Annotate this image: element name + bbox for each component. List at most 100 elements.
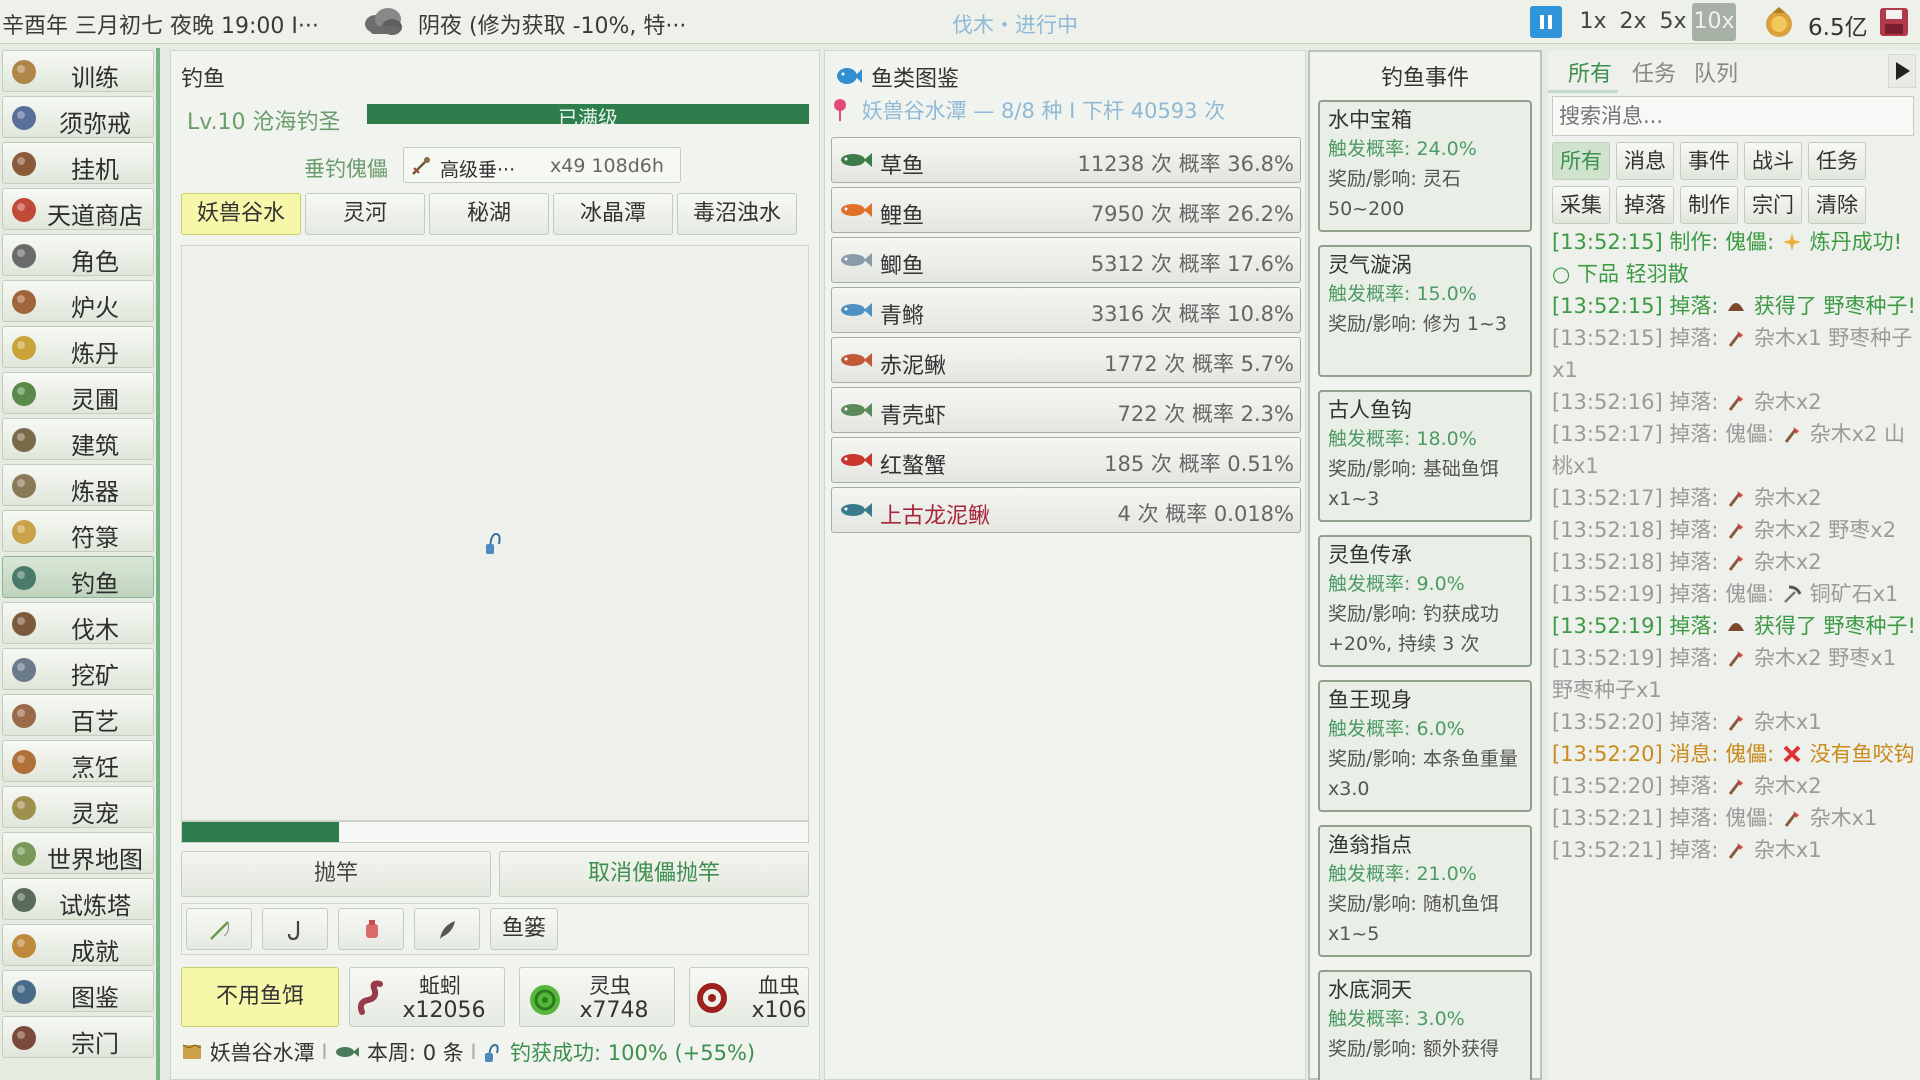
filter-crafting[interactable]: 制作 [1680,186,1738,224]
weather-status: 阴夜 (修为获取 -10%, 特··· [418,14,687,39]
sidebar-item-20[interactable]: 图鉴 [2,970,154,1012]
event-rate: 触发概率: 6.0% [1328,718,1465,740]
log-text: 杂木x2 [1747,390,1822,414]
sidebar-item-7[interactable]: 灵圃 [2,372,154,414]
lure-button[interactable] [338,908,404,950]
sidebar-item-21[interactable]: 宗门 [2,1016,154,1058]
fishing-level: Lv.10 沧海钓圣 [187,110,341,135]
cancel-puppet-cast-button[interactable]: 取消傀儡抛竿 [499,851,809,897]
sidebar-item-2[interactable]: 挂机 [2,142,154,184]
fish-row[interactable]: 红螯蟹 185 次 概率 0.51% [831,437,1301,483]
event-card: 渔翁指点 触发概率: 21.0% 奖励/影响: 随机鱼饵 x1~5 [1318,825,1532,957]
log-prefix: [13:52:20] 掉落: [1552,774,1726,798]
event-title: 灵鱼传承 [1328,543,1412,567]
sidebar-item-8[interactable]: 建筑 [2,418,154,460]
level-row: Lv.10 沧海钓圣 已满级 [181,99,809,137]
fish-row[interactable]: 鲤鱼 7950 次 概率 26.2% [831,187,1301,233]
bait-blood-worm-button[interactable]: 血虫 x106 [689,967,809,1027]
location-tab-linghe[interactable]: 灵河 [305,193,425,235]
filter-messages[interactable]: 消息 [1616,142,1674,180]
fish-row[interactable]: 草鱼 11238 次 概率 36.8% [831,137,1301,183]
event-rate: 触发概率: 3.0% [1328,1008,1465,1030]
sidebar-item-label: 挖矿 [71,662,119,690]
log-prefix: [13:52:18] 掉落: [1552,550,1726,574]
pause-button[interactable] [1530,6,1562,38]
cloud-icon [365,8,402,35]
feather-button[interactable] [414,908,480,950]
sidebar-item-16[interactable]: 灵宠 [2,786,154,828]
sidebar-item-1[interactable]: 须弥戒 [2,96,154,138]
event-rate: 触发概率: 9.0% [1328,573,1465,595]
filter-drops[interactable]: 掉落 [1616,186,1674,224]
sidebar-item-18[interactable]: 试炼塔 [2,878,154,920]
log-line: [13:52:18] 掉落: 杂木x2 野枣x2 [1552,514,1916,546]
location-tab-mihu[interactable]: 秘湖 [429,193,549,235]
sidebar-item-3[interactable]: 天道商店 [2,188,154,230]
filter-events[interactable]: 事件 [1680,142,1738,180]
clear-log-button[interactable]: 清除 [1808,186,1866,224]
fish-row[interactable]: 青壳虾 722 次 概率 2.3% [831,387,1301,433]
speed-1x-button[interactable]: 1x [1574,3,1612,41]
sidebar-item-9[interactable]: 炼器 [2,464,154,506]
rod-button[interactable] [186,908,252,950]
bobber-icon [486,532,501,554]
search-input[interactable] [1552,96,1914,136]
log-tab-queue[interactable]: 队列 [1694,56,1738,88]
speed-2x-button[interactable]: 2x [1614,3,1652,41]
wood-icon [1728,779,1744,795]
log-line: [13:52:21] 掉落: 杂木x1 [1552,834,1916,866]
filter-all[interactable]: 所有 [1552,142,1610,180]
log-tab-tasks[interactable]: 任务 [1632,56,1676,88]
no-bait-button[interactable]: 不用鱼饵 [181,967,339,1027]
fish-row[interactable]: 鲫鱼 5312 次 概率 17.6% [831,237,1301,283]
log-line: [13:52:20] 消息: 傀儡: 没有鱼咬钩 [1552,738,1916,770]
sidebar-item-19[interactable]: 成就 [2,924,154,966]
location-tab-yaoshougu[interactable]: 妖兽谷水 [181,193,301,235]
sidebar-item-13[interactable]: 挖矿 [2,648,154,690]
log-prefix: [13:52:20] 掉落: [1552,710,1726,734]
bait-spirit-bug-button[interactable]: 灵虫 x7748 [519,967,675,1027]
log-text: 杂木x2 野枣x2 [1747,518,1897,542]
sidebar-item-label: 图鉴 [71,984,119,1012]
trophy-icon [12,934,36,958]
pickaxe-icon [12,658,36,682]
fish-row[interactable]: 青鳉 3316 次 概率 10.8% [831,287,1301,333]
sidebar-item-15[interactable]: 烹饪 [2,740,154,782]
fish-row[interactable]: 上古龙泥鳅 4 次 概率 0.018% [831,487,1301,533]
cast-button[interactable]: 抛竿 [181,851,491,897]
log-line: [13:52:20] 掉落: 杂木x2 [1552,770,1916,802]
filter-combat[interactable]: 战斗 [1744,142,1802,180]
fish-row[interactable]: 赤泥鳅 1772 次 概率 5.7% [831,337,1301,383]
sidebar-item-17[interactable]: 世界地图 [2,832,154,874]
filter-tasks[interactable]: 任务 [1808,142,1866,180]
location-tab-duzhao[interactable]: 毒沼浊水 [677,193,797,235]
sidebar-item-14[interactable]: 百艺 [2,694,154,736]
speed-10x-button[interactable]: 10x [1692,3,1736,41]
log-tab-all[interactable]: 所有 [1568,56,1612,88]
fish-icon [841,353,872,367]
sidebar-item-4[interactable]: 角色 [2,234,154,276]
sidebar-item-label: 试炼塔 [59,892,131,920]
sidebar-item-label: 成就 [71,938,119,966]
save-icon[interactable] [1878,6,1910,38]
sidebar-item-10[interactable]: 符箓 [2,510,154,552]
puppet-select[interactable]: 高级垂··· x49 108d6h [403,147,681,183]
sidebar-item-12[interactable]: 伐木 [2,602,154,644]
fishing-pond[interactable] [181,245,809,821]
speed-5x-button[interactable]: 5x [1654,3,1692,41]
bait-worm-button[interactable]: 蚯蚓 x12056 [349,967,505,1027]
sidebar-item-5[interactable]: 炉火 [2,280,154,322]
puppet-icon [412,157,430,175]
sidebar-item-6[interactable]: 炼丹 [2,326,154,368]
fish-stats: 3316 次 概率 10.8% [1090,302,1294,326]
filter-gathering[interactable]: 采集 [1552,186,1610,224]
sidebar-item-11[interactable]: 钓鱼 [2,556,154,598]
seed-icon [1728,303,1745,311]
location-tab-bingjingtan[interactable]: 冰晶潭 [553,193,673,235]
hook-button[interactable] [262,908,328,950]
sidebar-item-0[interactable]: 训练 [2,50,154,92]
basket-button[interactable]: 鱼篓 [490,908,558,950]
filter-sect[interactable]: 宗门 [1744,186,1802,224]
puppet-name: 高级垂··· [440,159,516,181]
play-arrow-icon[interactable] [1888,54,1916,88]
